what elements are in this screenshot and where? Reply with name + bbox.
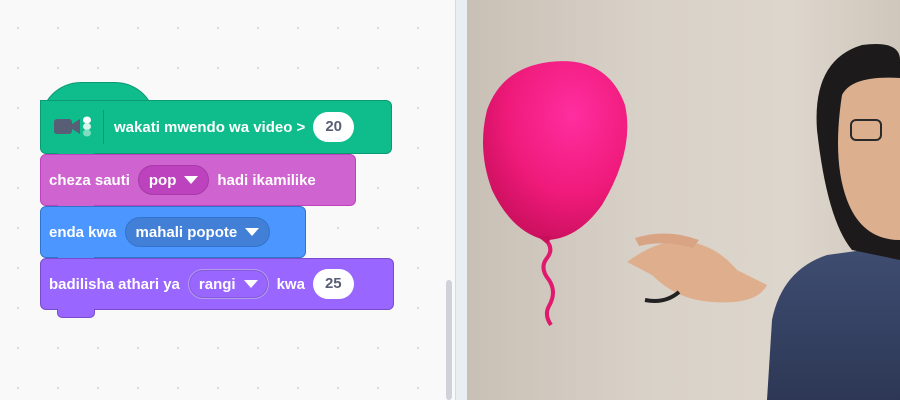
- sound-dropdown-value: pop: [148, 171, 177, 189]
- code-workspace[interactable]: wakati mwendo wa video > 20 cheza sauti …: [0, 0, 455, 400]
- looks-block-label-after: kwa: [276, 275, 305, 293]
- looks-block-label: badilisha athari ya: [49, 275, 180, 293]
- effect-dropdown-value: rangi: [198, 275, 236, 293]
- workspace-scrollbar[interactable]: [446, 280, 452, 400]
- go-to-target-dropdown[interactable]: mahali popote: [124, 217, 271, 247]
- stage-video-feed[interactable]: [467, 0, 900, 400]
- caret-down-icon: [245, 228, 260, 236]
- balloon-knot: [537, 236, 553, 244]
- caret-down-icon: [243, 280, 258, 288]
- video-sensing-extension-icon: [53, 112, 93, 142]
- motion-block-label: enda kwa: [49, 223, 117, 241]
- wrist-band: [644, 290, 681, 303]
- motion-threshold-input[interactable]: 20: [313, 112, 354, 142]
- when-video-motion-hat-block[interactable]: wakati mwendo wa video > 20: [40, 100, 392, 162]
- balloon: [483, 61, 628, 240]
- effect-amount-input[interactable]: 25: [312, 269, 354, 299]
- play-sound-until-done-block[interactable]: cheza sauti pop hadi ikamilike: [40, 154, 356, 214]
- sound-block-label: cheza sauti: [49, 171, 130, 189]
- effect-dropdown[interactable]: rangi: [187, 269, 269, 299]
- stage-scene: [483, 44, 900, 400]
- hat-block-label: wakati mwendo wa video >: [114, 118, 306, 136]
- sound-block-label-after: hadi ikamilike: [217, 171, 316, 189]
- balloon-ribbon: [541, 236, 555, 327]
- person-hand: [627, 241, 767, 303]
- block-notch: [57, 309, 95, 318]
- go-to-block[interactable]: enda kwa mahali popote: [40, 206, 306, 266]
- change-effect-block[interactable]: badilisha athari ya rangi kwa 25: [40, 258, 394, 318]
- sound-dropdown[interactable]: pop: [137, 165, 210, 195]
- caret-down-icon: [184, 176, 199, 184]
- extension-separator: [103, 110, 104, 144]
- person-hoodie: [767, 245, 900, 400]
- go-to-target-value: mahali popote: [135, 223, 238, 241]
